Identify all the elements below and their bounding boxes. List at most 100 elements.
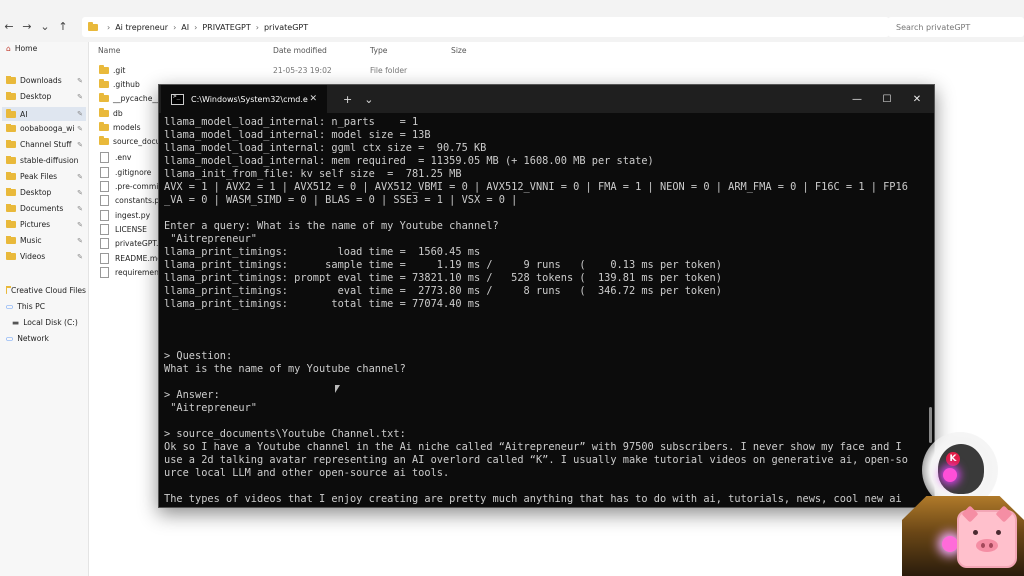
- sidebar-item-channel-stuff[interactable]: Channel Stuff ✎: [6, 140, 86, 149]
- back-icon[interactable]: ←: [0, 20, 18, 33]
- file-name: .gitignore: [115, 168, 152, 177]
- breadcrumb-separator: ›: [173, 22, 177, 32]
- sidebar-item-creative-cloud[interactable]: Creative Cloud Files: [6, 286, 86, 295]
- file-name: models: [113, 123, 141, 132]
- sidebar-item-label: This PC: [17, 302, 46, 311]
- avatar-eye: [943, 468, 957, 482]
- console-line: llama_model_load_internal: ggml ctx size…: [164, 142, 487, 154]
- console-line: "Aitrepreneur": [164, 233, 257, 245]
- drive-icon: ▬: [12, 318, 20, 327]
- pin-icon: ✎: [77, 124, 83, 133]
- breadcrumb-item[interactable]: AI: [181, 23, 189, 32]
- maximize-button[interactable]: ☐: [872, 85, 902, 113]
- sidebar-item-local-disk[interactable]: ▬ Local Disk (C:): [12, 318, 92, 327]
- k-badge: K: [946, 452, 960, 466]
- file-name: constants.py: [115, 196, 164, 205]
- folder-icon: [6, 140, 16, 148]
- new-tab-button[interactable]: +: [343, 93, 352, 106]
- forward-icon[interactable]: →: [18, 20, 36, 33]
- python-file-icon: [100, 210, 109, 221]
- breadcrumb[interactable]: › Ai trepreneur › AI › PRIVATEGPT › priv…: [82, 17, 889, 37]
- text-file-icon: [100, 267, 109, 278]
- markdown-file-icon: [100, 253, 109, 264]
- pin-icon: ✎: [77, 188, 83, 197]
- console-line: llama_print_timings: total time = 77074.…: [164, 298, 481, 310]
- breadcrumb-separator: ›: [255, 22, 259, 32]
- sidebar-item-network[interactable]: ▭ Network: [6, 334, 86, 343]
- sidebar-item-pictures[interactable]: Pictures ✎: [6, 220, 86, 229]
- pig-snout: [976, 539, 998, 552]
- sidebar-item-oobabooga[interactable]: oobabooga_wi ✎: [6, 124, 86, 133]
- sidebar-item-stable-diffusion[interactable]: stable-diffusion: [6, 156, 86, 165]
- sidebar-item-videos[interactable]: Videos ✎: [6, 252, 86, 261]
- breadcrumb-item[interactable]: privateGPT: [264, 23, 308, 32]
- terminal-tab[interactable]: C:\Windows\System32\cmd.e ✕: [161, 85, 327, 113]
- pin-icon: ✎: [77, 236, 83, 245]
- list-item[interactable]: models: [99, 122, 141, 132]
- column-header-size[interactable]: Size: [451, 46, 467, 55]
- up-icon[interactable]: ↑: [54, 20, 72, 33]
- console-line: llama_model_load_internal: model size = …: [164, 129, 431, 141]
- column-header-type[interactable]: Type: [370, 46, 387, 55]
- breadcrumb-separator: ›: [107, 22, 111, 32]
- sidebar-item-label: Music: [20, 236, 42, 245]
- tab-close-icon[interactable]: ✕: [309, 94, 317, 104]
- mouse-cursor-icon: [335, 385, 340, 393]
- console-output[interactable]: llama_model_load_internal: n_parts = 1 ll…: [164, 116, 926, 507]
- terminal-titlebar[interactable]: C:\Windows\System32\cmd.e ✕ + ⌄ — ☐ ✕: [159, 85, 934, 113]
- console-line: use a 2d talking avatar representing an …: [164, 454, 908, 466]
- sidebar-item-music[interactable]: Music ✎: [6, 236, 86, 245]
- list-item[interactable]: LICENSE: [99, 224, 147, 235]
- sidebar-item-ai[interactable]: AI ✎: [2, 107, 86, 121]
- sidebar-item-peak-files[interactable]: Peak Files ✎: [6, 172, 86, 181]
- breadcrumb-item[interactable]: Ai trepreneur: [115, 23, 168, 32]
- sidebar-item-home[interactable]: ⌂ Home: [6, 44, 86, 53]
- sidebar-item-label: Desktop: [20, 92, 52, 101]
- breadcrumb-item[interactable]: PRIVATEGPT: [202, 23, 250, 32]
- list-item[interactable]: ingest.py: [99, 210, 150, 221]
- console-line: AVX = 1 | AVX2 = 1 | AVX512 = 0 | AVX512…: [164, 181, 908, 193]
- column-header-date[interactable]: Date modified: [273, 46, 327, 55]
- navigation-pane: ⌂ Home Downloads ✎ Desktop ✎ AI ✎ oobabooga…: [0, 42, 89, 576]
- console-line: llama_print_timings: eval time = 2773.80…: [164, 285, 722, 297]
- list-item[interactable]: .git: [99, 65, 125, 75]
- console-line: llama_init_from_file: kv self size = 781…: [164, 168, 462, 180]
- search-input[interactable]: Search privateGPT: [888, 17, 1024, 37]
- terminal-window[interactable]: C:\Windows\System32\cmd.e ✕ + ⌄ — ☐ ✕ ll…: [158, 84, 935, 508]
- recent-locations-icon[interactable]: ⌄: [36, 20, 54, 33]
- sidebar-item-this-pc[interactable]: ▭ This PC: [6, 302, 86, 311]
- sidebar-item-downloads[interactable]: Downloads ✎: [6, 76, 86, 85]
- sidebar-item-desktop-2[interactable]: Desktop ✎: [6, 188, 86, 197]
- sidebar-item-label: Desktop: [20, 188, 52, 197]
- minimize-button[interactable]: —: [842, 85, 872, 113]
- pin-icon: ✎: [77, 76, 83, 85]
- sidebar-item-label: Home: [14, 44, 38, 53]
- folder-icon: [99, 136, 109, 145]
- list-item[interactable]: .github: [99, 79, 140, 89]
- pin-icon: ✎: [77, 140, 83, 149]
- column-header-name[interactable]: Name: [98, 46, 120, 55]
- file-name: ingest.py: [115, 211, 151, 220]
- pin-icon: ✎: [77, 220, 83, 229]
- sidebar-item-label: Peak Files: [20, 172, 58, 181]
- sidebar-item-desktop[interactable]: Desktop ✎: [6, 92, 86, 101]
- list-item[interactable]: db: [99, 108, 123, 118]
- folder-icon: [6, 156, 16, 164]
- list-item[interactable]: __pycache__: [99, 93, 160, 103]
- folder-icon: [99, 65, 109, 74]
- list-item[interactable]: constants.py: [99, 195, 164, 206]
- tab-dropdown-icon[interactable]: ⌄: [364, 93, 373, 106]
- sidebar-item-label: AI: [20, 109, 28, 119]
- close-button[interactable]: ✕: [902, 85, 932, 113]
- sidebar-item-documents[interactable]: Documents ✎: [6, 204, 86, 213]
- list-item[interactable]: .env: [99, 152, 131, 163]
- console-line: llama_model_load_internal: n_parts = 1: [164, 116, 419, 128]
- folder-icon: [6, 124, 16, 132]
- python-file-icon: [100, 238, 109, 249]
- file-icon: [100, 181, 109, 192]
- file-date: 21-05-23 19:02: [273, 66, 332, 75]
- list-item[interactable]: README.md: [99, 253, 162, 264]
- folder-icon: [99, 108, 109, 117]
- list-item[interactable]: .gitignore: [99, 167, 151, 178]
